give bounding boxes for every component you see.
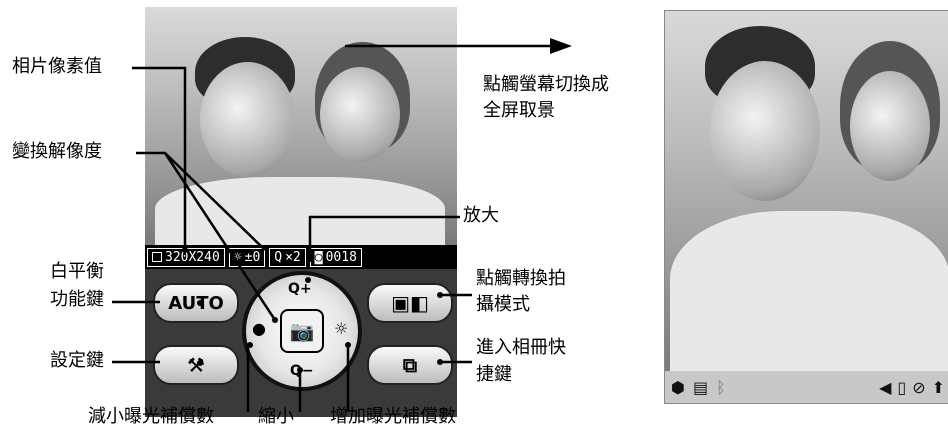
battery-icon: ▯ — [897, 377, 907, 397]
label-zoom-out: 縮小 — [258, 406, 294, 427]
label-wb-1: 白平衡 — [50, 261, 104, 282]
document-icon: ▤ — [692, 377, 709, 397]
fullscreen-status-bar: ⬢ ▤ ᛒ ◀ ▯ ⊘ ⬆ — [665, 371, 948, 403]
label-fullscreen-1: 點觸螢幕切換成 — [483, 74, 609, 95]
up-arrow-icon: ⬆ — [931, 377, 945, 397]
label-mode-2: 攝模式 — [476, 294, 530, 315]
fs-man-face — [710, 61, 820, 201]
bluetooth-icon: ᛒ — [716, 377, 726, 397]
label-ev-plus: 增加曝光補償數 — [330, 406, 456, 427]
arrow-icon — [550, 38, 572, 54]
label-mode-1: 點觸轉換拍 — [476, 268, 566, 289]
fs-shirts — [670, 211, 948, 371]
timer-icon: ⊘ — [912, 377, 926, 397]
fullscreen-preview: ⬢ ▤ ᛒ ◀ ▯ ⊘ ⬆ — [664, 10, 948, 404]
cube-icon: ⬢ — [671, 377, 685, 397]
label-album-2: 捷鍵 — [476, 364, 512, 385]
fs-woman-face — [850, 71, 930, 181]
label-ev-minus: 減小曝光補償數 — [88, 406, 214, 427]
speaker-icon: ◀ — [879, 377, 892, 397]
label-fullscreen-2: 全屏取景 — [483, 100, 555, 121]
label-pixel-value: 相片像素值 — [12, 56, 102, 77]
label-wb-2: 功能鍵 — [50, 289, 104, 310]
label-zoom-in: 放大 — [463, 205, 499, 226]
label-change-res: 變換解像度 — [12, 141, 102, 162]
label-settings: 設定鍵 — [50, 350, 104, 371]
label-album-1: 進入相冊快 — [476, 337, 566, 358]
fullscreen-photo[interactable] — [665, 11, 948, 371]
